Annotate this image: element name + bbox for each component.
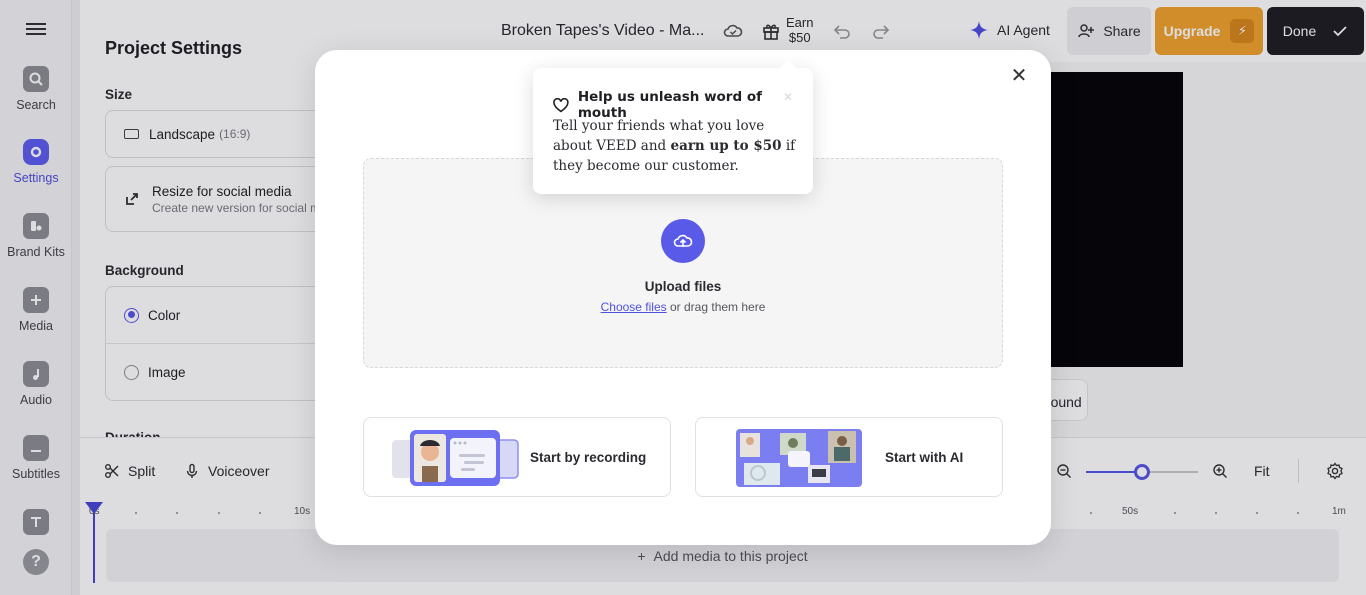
- tooltip-body-bold: earn up to $50: [670, 138, 782, 154]
- heart-icon: [553, 97, 569, 112]
- ai-illustration: [736, 429, 862, 487]
- start-recording-option[interactable]: Start by recording: [363, 417, 671, 497]
- close-icon[interactable]: ✕: [1009, 66, 1029, 86]
- tooltip-close-icon[interactable]: ✕: [783, 90, 793, 104]
- upload-title: Upload files: [644, 279, 722, 294]
- referral-tooltip: Help us unleash word of mouth ✕ Tell you…: [533, 60, 813, 194]
- choose-files-link[interactable]: Choose files: [601, 300, 667, 314]
- cloud-upload-icon[interactable]: [661, 219, 705, 263]
- start-recording-label: Start by recording: [530, 450, 647, 465]
- start-ai-label: Start with AI: [885, 450, 964, 465]
- start-ai-option[interactable]: Start with AI: [695, 417, 1003, 497]
- upload-subtitle: Choose files or drag them here: [364, 300, 1002, 314]
- recording-illustration: [392, 430, 519, 486]
- drag-text: or drag them here: [670, 300, 766, 314]
- tooltip-body: Tell your friends what you love about VE…: [553, 116, 798, 176]
